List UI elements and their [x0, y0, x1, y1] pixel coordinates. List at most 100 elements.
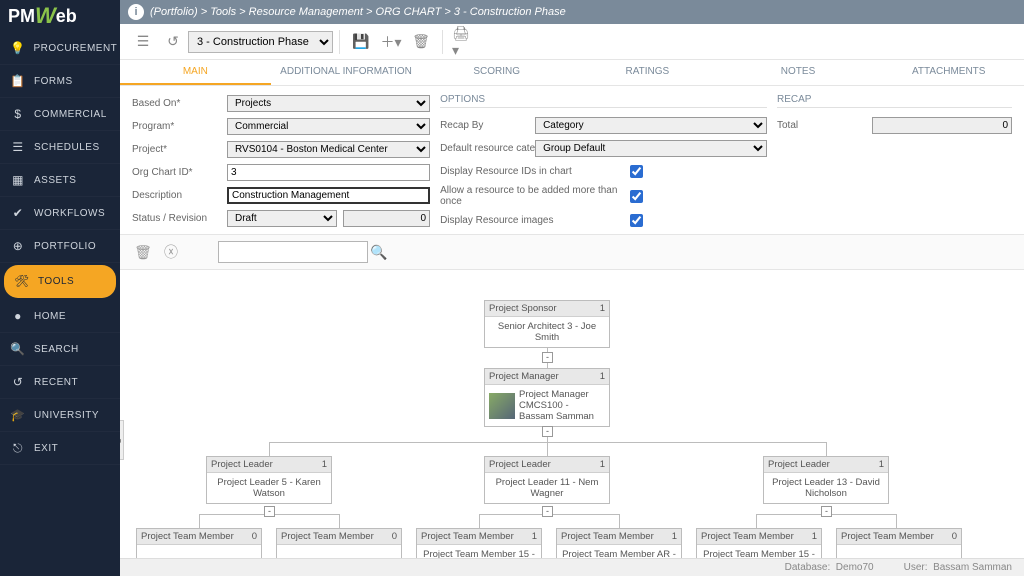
dollar-icon: $ [10, 106, 26, 122]
chart-clear-button[interactable]: ⓧ [160, 241, 182, 263]
description-input[interactable] [227, 187, 430, 204]
node-pl3[interactable]: Project Leader1 Project Leader 13 - Davi… [763, 456, 889, 504]
project-select[interactable]: RVS0104 - Boston Medical Center [227, 141, 430, 158]
check-icon: ✔ [10, 205, 26, 221]
node-tm3[interactable]: Project Team Member1 Project Team Member… [416, 528, 542, 558]
orgid-input[interactable] [227, 164, 430, 181]
display-images-checkbox[interactable] [630, 214, 643, 227]
breadcrumb: (Portfolio) > Tools > Resource Managemen… [150, 6, 566, 18]
defcat-label: Default resource catego... [440, 143, 535, 154]
collapse-pl1[interactable]: - [264, 506, 275, 517]
nav-exit[interactable]: ⎋EXIT [0, 432, 120, 465]
tabs: MAIN ADDITIONAL INFORMATION SCORING RATI… [120, 60, 1024, 86]
status-select[interactable]: Draft [227, 210, 337, 227]
nav-procurement[interactable]: 💡PROCUREMENT [0, 32, 120, 65]
toolbar: ☰ ↺ 3 - Construction Phase 💾 ＋▾ 🗑 🖨▾ [120, 24, 1024, 60]
logo-text-c: eb [56, 6, 77, 27]
phase-select[interactable]: 3 - Construction Phase [188, 31, 333, 53]
breadcrumb-bar: i (Portfolio) > Tools > Resource Managem… [120, 0, 1024, 24]
exit-icon: ⎋ [10, 440, 26, 456]
search-icon: 🔍 [10, 341, 26, 357]
grad-icon: 🎓 [10, 407, 26, 423]
tab-attachments[interactable]: ATTACHMENTS [873, 60, 1024, 85]
display-ids-checkbox[interactable] [630, 165, 643, 178]
node-tm4[interactable]: Project Team Member1 Project Team Member… [556, 528, 682, 558]
collapse-pl3[interactable]: - [821, 506, 832, 517]
logo-text-b: W [35, 3, 56, 29]
nav-forms[interactable]: 📋FORMS [0, 65, 120, 98]
orgid-label: Org Chart ID* [132, 167, 227, 178]
total-field [872, 117, 1012, 134]
nav-tools[interactable]: 🛠TOOLS [4, 265, 116, 298]
panel-collapse-handle[interactable]: ◂ [120, 420, 124, 460]
node-tm6[interactable]: Project Team Member0 [836, 528, 962, 558]
add-button[interactable]: ＋▾ [379, 30, 403, 54]
program-select[interactable]: Commercial [227, 118, 430, 135]
dispimg-label: Display Resource images [440, 215, 630, 226]
save-button[interactable]: 💾 [349, 30, 373, 54]
avatar-icon: ● [10, 308, 26, 324]
nav-commercial[interactable]: $COMMERCIAL [0, 98, 120, 131]
nav-university[interactable]: 🎓UNIVERSITY [0, 399, 120, 432]
options-title: OPTIONS [440, 94, 767, 108]
collapse-pm[interactable]: - [542, 426, 553, 437]
clipboard-icon: 📋 [10, 73, 26, 89]
chart-delete-button[interactable]: 🗑 [132, 241, 154, 263]
nav-home[interactable]: ●HOME [0, 300, 120, 333]
project-label: Project* [132, 144, 227, 155]
based-on-label: Based On* [132, 98, 227, 109]
chart-search-button[interactable]: 🔍 [368, 241, 390, 263]
tab-main[interactable]: MAIN [120, 60, 271, 85]
delete-button[interactable]: 🗑 [409, 30, 433, 54]
chart-area[interactable]: ◂ Project Sponsor1 Senior Architect 3 - … [120, 270, 1024, 558]
recap-by-label: Recap By [440, 120, 535, 131]
recap-title: RECAP [777, 94, 1012, 108]
form-area: Based On*Projects Program*Commercial Pro… [120, 86, 1024, 234]
total-label: Total [777, 120, 872, 131]
status-bar: Database: Demo70 User: Bassam Samman [120, 558, 1024, 576]
bulb-icon: 💡 [10, 40, 25, 56]
node-sponsor[interactable]: Project Sponsor1 Senior Architect 3 - Jo… [484, 300, 610, 348]
tab-ratings[interactable]: RATINGS [572, 60, 723, 85]
dispid-label: Display Resource IDs in chart [440, 166, 630, 177]
node-pl2[interactable]: Project Leader1 Project Leader 11 - Nem … [484, 456, 610, 504]
tab-notes[interactable]: NOTES [723, 60, 874, 85]
nav-workflows[interactable]: ✔WORKFLOWS [0, 197, 120, 230]
list-button[interactable]: ☰ [131, 30, 155, 54]
tab-scoring[interactable]: SCORING [421, 60, 572, 85]
recap-by-select[interactable]: Category [535, 117, 767, 134]
desc-label: Description [132, 190, 227, 201]
assets-icon: ▦ [10, 172, 26, 188]
history-icon: ↺ [10, 374, 26, 390]
based-on-select[interactable]: Projects [227, 95, 430, 112]
node-pm[interactable]: Project Manager1 Project Manager CMCS100… [484, 368, 610, 427]
chart-search-input[interactable] [218, 241, 368, 263]
node-tm1[interactable]: Project Team Member0 [136, 528, 262, 558]
node-pl1[interactable]: Project Leader1 Project Leader 5 - Karen… [206, 456, 332, 504]
schedule-icon: ☰ [10, 139, 26, 155]
tab-additional[interactable]: ADDITIONAL INFORMATION [271, 60, 422, 85]
history-button[interactable]: ↺ [161, 30, 185, 54]
collapse-sponsor[interactable]: - [542, 352, 553, 363]
nav-portfolio[interactable]: ⊕PORTFOLIO [0, 230, 120, 263]
nav-schedules[interactable]: ☰SCHEDULES [0, 131, 120, 164]
node-tm2[interactable]: Project Team Member0 [276, 528, 402, 558]
chart-toolbar: 🗑 ⓧ 🔍 [120, 234, 1024, 270]
sidebar: PMWeb 💡PROCUREMENT 📋FORMS $COMMERCIAL ☰S… [0, 0, 120, 576]
logo: PMWeb [0, 0, 120, 32]
allow-multi-checkbox[interactable] [630, 190, 643, 203]
nav-search[interactable]: 🔍SEARCH [0, 333, 120, 366]
print-button[interactable]: 🖨▾ [452, 30, 476, 54]
nav-recent[interactable]: ↺RECENT [0, 366, 120, 399]
program-label: Program* [132, 121, 227, 132]
main-panel: i (Portfolio) > Tools > Resource Managem… [120, 0, 1024, 576]
nav-assets[interactable]: ▦ASSETS [0, 164, 120, 197]
tools-icon: 🛠 [14, 273, 30, 289]
globe-icon: ⊕ [10, 238, 26, 254]
defcat-select[interactable]: Group Default [535, 140, 767, 157]
node-tm5[interactable]: Project Team Member1 Project Team Member… [696, 528, 822, 558]
info-icon[interactable]: i [128, 4, 144, 20]
avatar [489, 393, 515, 419]
status-label: Status / Revision [132, 213, 227, 224]
collapse-pl2[interactable]: - [542, 506, 553, 517]
